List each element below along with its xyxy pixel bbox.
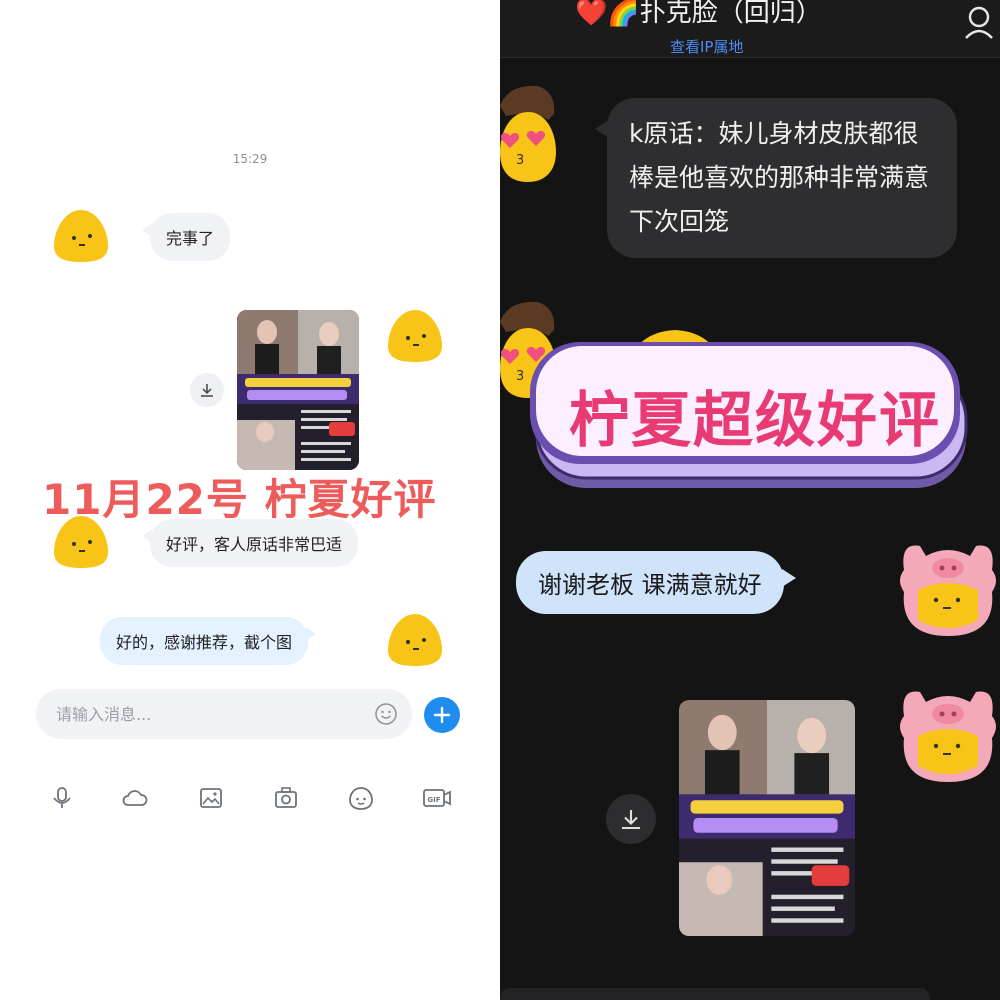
poster-artwork (237, 310, 359, 470)
emoji-picker-icon[interactable] (374, 702, 398, 726)
my-avatar[interactable] (384, 610, 446, 668)
right-chat-panel: ❤️🌈扑克脸（回归） 查看IP属地 3 k原话：妹儿身材皮肤都很棒是他喜欢的那种… (500, 0, 1000, 1000)
message-input[interactable] (36, 689, 366, 739)
plus-icon (433, 706, 451, 724)
download-button[interactable] (190, 373, 224, 407)
chat-header: ❤️🌈扑克脸（回归） 查看IP属地 (500, 0, 1000, 58)
input-bar-edge (500, 988, 930, 1000)
download-icon (622, 810, 640, 830)
contact-avatar[interactable] (50, 512, 112, 570)
message-bubble-sent[interactable]: 好的，感谢推荐，截个图 (100, 617, 317, 665)
chat-contact-name[interactable]: ❤️🌈扑克脸（回归） (575, 0, 822, 29)
profile-menu-icon[interactable] (962, 4, 996, 40)
message-bubble-received[interactable]: k原话：妹儿身材皮肤都很棒是他喜欢的那种非常满意下次回笼 (595, 98, 957, 258)
svg-text:3: 3 (516, 153, 524, 168)
my-avatar[interactable] (896, 540, 1000, 640)
contact-avatar[interactable] (50, 206, 112, 264)
message-input-bar (36, 689, 412, 739)
shared-image-poster[interactable] (237, 310, 359, 470)
emoji-icon[interactable] (347, 784, 375, 812)
camera-icon[interactable] (272, 784, 300, 812)
sticker-text: 柠夏超级好评 (569, 386, 941, 456)
shared-image-poster[interactable] (679, 700, 855, 936)
view-ip-location-link[interactable]: 查看IP属地 (670, 36, 743, 57)
message-bubble-sent[interactable]: 谢谢老板 课满意就好 (516, 551, 796, 614)
poster-artwork (679, 700, 855, 936)
left-chat-panel: 15:29 完事了 11月22号 柠夏好评 好评，客人原话非常巴适 好的，感谢推… (0, 0, 500, 1000)
image-icon[interactable] (197, 784, 225, 812)
more-actions-button[interactable] (424, 697, 460, 733)
svg-text:GIF: GIF (427, 796, 440, 804)
my-avatar[interactable] (384, 306, 446, 364)
download-button[interactable] (606, 794, 656, 844)
contact-avatar[interactable]: 3 (500, 84, 560, 184)
message-bubble-received[interactable]: 好评，客人原话非常巴适 (141, 519, 359, 567)
cloud-icon[interactable] (121, 784, 149, 812)
gif-icon[interactable]: GIF (422, 784, 452, 812)
microphone-icon[interactable] (48, 784, 76, 812)
message-bubble-received[interactable]: 完事了 (141, 213, 231, 261)
download-icon (201, 384, 213, 397)
my-avatar[interactable] (896, 686, 1000, 786)
message-timestamp: 15:29 (232, 152, 268, 166)
svg-text:3: 3 (516, 369, 524, 384)
